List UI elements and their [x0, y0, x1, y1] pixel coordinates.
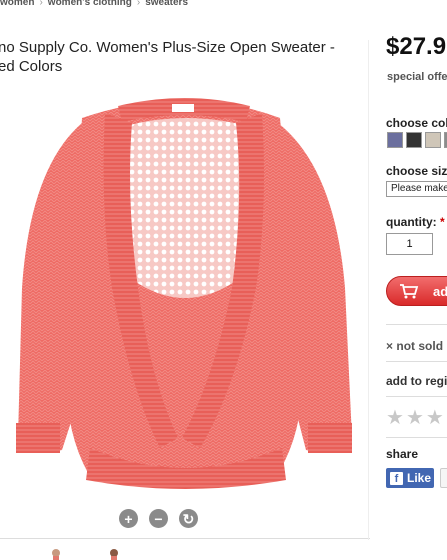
special-offer-link[interactable]: special offe: [387, 71, 447, 83]
star-icon: ★: [425, 407, 444, 429]
choose-size-label: choose siz: [386, 164, 447, 178]
breadcrumb-link-womens-clothing[interactable]: women's clothing: [48, 0, 132, 8]
thumbnail-model-2[interactable]: [106, 548, 122, 560]
divider: [386, 361, 447, 362]
facebook-like-button[interactable]: f Like: [386, 468, 434, 488]
google-plus-button[interactable]: [440, 468, 447, 488]
product-price: $27.9: [386, 33, 447, 60]
facebook-icon: f: [390, 471, 403, 485]
zoom-controls: + − ↻: [119, 509, 198, 528]
cart-icon: [400, 284, 419, 299]
quantity-label: quantity: *: [386, 215, 445, 229]
breadcrumb-link-sweaters[interactable]: sweaters: [145, 0, 188, 8]
color-swatch[interactable]: [406, 132, 422, 148]
star-icon: ★: [405, 407, 424, 429]
size-select[interactable]: Please make: [386, 181, 447, 197]
product-title-line1: no Supply Co. Women's Plus-Size Open Swe…: [0, 39, 335, 56]
color-swatches: [387, 132, 447, 148]
not-sold-notice: × not sold i: [386, 339, 447, 353]
column-divider: [368, 40, 369, 540]
rating-stars[interactable]: ★ ★ ★: [386, 405, 444, 430]
add-to-cart-button[interactable]: ad: [386, 276, 447, 306]
add-to-registry-link[interactable]: add to regi: [386, 374, 447, 388]
breadcrumb-link-women[interactable]: women: [0, 0, 34, 8]
product-title: no Supply Co. Women's Plus-Size Open Swe…: [0, 38, 358, 76]
star-icon: ★: [386, 407, 404, 429]
close-icon: ×: [386, 339, 394, 353]
chevron-right-icon: ›: [39, 0, 43, 8]
thumbnail-model-1[interactable]: [48, 548, 64, 560]
divider: [386, 324, 447, 325]
add-to-cart-label: ad: [433, 283, 447, 299]
like-label: Like: [407, 471, 432, 485]
product-image[interactable]: [0, 88, 370, 498]
reset-zoom-icon[interactable]: ↻: [179, 509, 198, 528]
chevron-right-icon: ›: [136, 0, 141, 8]
share-label: share: [386, 447, 419, 461]
product-title-line2: ed Colors: [0, 58, 63, 75]
color-swatch[interactable]: [387, 132, 403, 148]
choose-color-label: choose col: [386, 116, 447, 130]
required-mark: *: [440, 215, 445, 229]
zoom-out-icon[interactable]: −: [149, 509, 168, 528]
zoom-in-icon[interactable]: +: [119, 509, 138, 528]
divider: [386, 437, 447, 438]
breadcrumb: women › women's clothing › sweaters: [0, 0, 188, 8]
divider: [386, 396, 447, 397]
quantity-input[interactable]: 1: [386, 233, 433, 255]
color-swatch[interactable]: [425, 132, 441, 148]
thumbnail-divider: [0, 538, 370, 539]
